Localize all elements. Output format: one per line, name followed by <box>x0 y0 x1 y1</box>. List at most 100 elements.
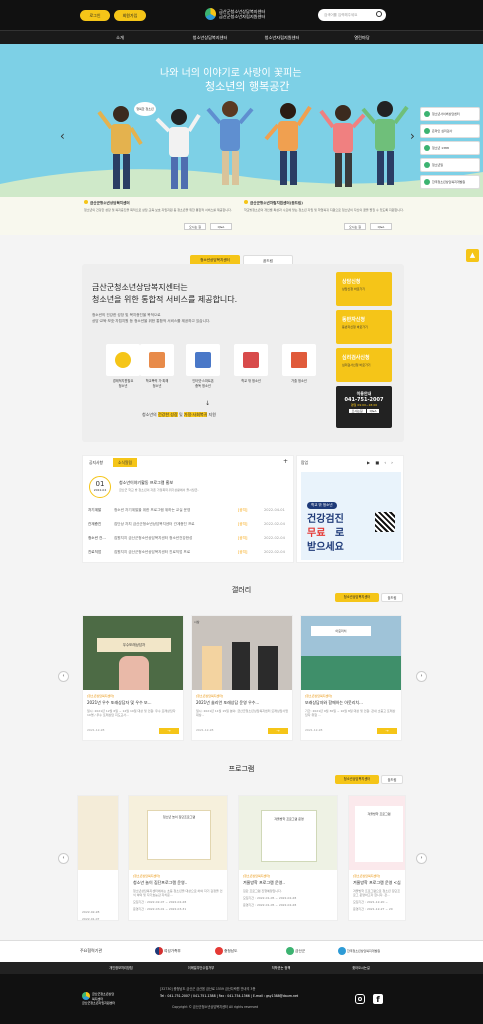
featured-desc: 금산군 학교 밖 청소년의 자존 가정폭력·위기상황에서 졸시월급.. <box>119 488 200 492</box>
quick-item-cyber[interactable]: 청소년사이버상담센터 <box>420 107 480 121</box>
poster-text: 겨울방학 프로그램 운영 <box>261 810 317 862</box>
side-quick: 상담신청 상담신청 바로가기 동반자신청 동반자신청 바로가기 심리검사신청 심리검사… <box>336 272 392 432</box>
tab-news[interactable]: 소식알림 <box>113 458 137 467</box>
person-illustration <box>361 101 409 185</box>
photo-crowd <box>301 656 401 690</box>
photo-figure <box>202 646 222 690</box>
gallery-card[interactable]: 우수또래상담자 [청소년상담복지센터] 2021년 우수 또래상담자 및 우수 … <box>82 615 184 741</box>
poster-text: 청소년 놀이 집단프로그램 <box>147 810 211 860</box>
side-title: 심리검사신청 <box>342 355 370 361</box>
partner-link[interactable]: 금산군 <box>286 947 305 955</box>
qna-button[interactable]: Q&A <box>210 223 232 230</box>
program-card-partial[interactable]: 2022-02-28 2022-01-07 <box>77 795 119 921</box>
instagram-icon[interactable] <box>355 994 365 1004</box>
board-more-button[interactable]: + <box>283 458 288 465</box>
hero-next-icon[interactable]: › <box>410 129 415 143</box>
companion-apply-button[interactable]: 동반자신청 동반자신청 바로가기 <box>336 310 392 344</box>
directions-link[interactable]: 찾아오시는길 <box>306 962 416 974</box>
service-outofschool[interactable]: 학교 밖 청소년 <box>234 344 268 384</box>
test-apply-button[interactable]: 심리검사신청 심리검사신청 바로가기 <box>336 348 392 382</box>
service-icon-box <box>282 344 316 376</box>
quick-item-1388[interactable]: 청소년 1388 <box>420 141 480 155</box>
list-item[interactable]: 청소년 건... 집원지지 금산군청소년상담복지센터 청소년건강한성 [공지] 202… <box>88 536 290 541</box>
card-title: 청소년 놀이 집단프로그램 운영.. <box>133 880 188 885</box>
gallery-prev-icon[interactable]: ‹ <box>58 671 69 682</box>
gallery-tab-dreamdrim[interactable]: 꿈드림 <box>381 593 403 602</box>
person-illustration <box>264 103 312 185</box>
card-tag: [청소년상담복지센터] <box>353 874 381 878</box>
program-tab-dreamdrim[interactable]: 꿈드림 <box>381 775 403 784</box>
search-icon[interactable] <box>376 11 382 17</box>
phone-qna-button[interactable]: Q&A <box>366 409 380 413</box>
gallery-card[interactable]: 시상 [청소년상담복지센터] 2021년 솔리언 또래상담 운영 우수... 일… <box>191 615 293 741</box>
popup-banner[interactable]: 학교 밖 청소년 건강검진 무료 로 받으세요 <box>301 472 401 560</box>
featured-title[interactable]: 청소년이야기활동 프로그램 홍보 <box>119 480 173 486</box>
program-card[interactable]: 겨울방학 프로그램 [청소년상담복지센터] 겨울방학 프로그램 운영 <심리..… <box>348 795 406 921</box>
books-icon <box>243 352 259 368</box>
program-card[interactable]: 겨울방학 프로그램 운영 [청소년상담복지센터] 겨울방학 프로그램 운영.. … <box>238 795 338 921</box>
footer: 금산군청소년상담복지센터 금산군청소년자립지원센터 [32730] 충청남도 금산… <box>0 974 483 1024</box>
card-date: 2021-12-28 <box>87 728 105 732</box>
program-tab-counseling[interactable]: 청소년상담복지센터 <box>335 775 379 784</box>
partner-link[interactable]: 여성가족부 <box>155 947 181 955</box>
card-arrow-icon[interactable]: → <box>159 728 179 734</box>
gallery-card[interactable]: 아웃리치 [청소년상담복지센터] 또래상담자와 함께하는 아웃리치... 기간:… <box>300 615 402 741</box>
card-arrow-icon[interactable]: → <box>377 728 397 734</box>
counsel-apply-button[interactable]: 상담신청 상담신청 바로가기 <box>336 272 392 306</box>
partner-link[interactable]: 한국청소년상담복지개발원 <box>338 947 380 955</box>
login-button[interactable]: 로그인 <box>80 10 110 21</box>
qna-button[interactable]: Q&A <box>370 223 392 230</box>
quick-menu: 청소년사이버상담센터 온라인 심리검사 청소년 1388 청소년일 한국청소년상… <box>420 107 480 192</box>
caption-a: 청소년의 <box>142 412 158 417</box>
phone-directions-button[interactable]: 오시는길 <box>348 409 366 413</box>
quick-item-test[interactable]: 온라인 심리검사 <box>420 124 480 138</box>
caption-e: 지원 <box>207 412 216 417</box>
phone-desc: 평일 09:00~18:00 <box>350 403 378 407</box>
card-desc: 겨울방학 프로그램으로 청소년 집단프로그 운영하고자 합니다. 관... <box>353 889 401 897</box>
list-item[interactable]: 관계증진 집단상 자치 금산군청소년상담복지센터 관계증진 프로 [공지] 2022-… <box>88 522 290 527</box>
row-tag: [공지] <box>238 550 248 554</box>
partner-name: 금산군 <box>295 949 306 953</box>
partners-label: 주요협력기관 <box>80 948 103 953</box>
program-prev-icon[interactable]: ‹ <box>58 853 69 864</box>
service-economic[interactable]: 경제적지원필요 청소년 <box>106 344 140 388</box>
card-tag: [청소년상담복지센터] <box>133 874 161 878</box>
service-label: 인터넷·스마트폰 중독 청소년 <box>192 379 214 388</box>
program-title: 프로그램 <box>228 765 255 773</box>
site-logo[interactable]: 금산군청소년상담복지센터 금산군청소년자립지원센터 <box>205 7 285 23</box>
nav-item-intro[interactable]: 소개 <box>70 31 170 45</box>
service-runaway[interactable]: 가출 청소년 <box>282 344 316 384</box>
list-item[interactable]: 진로직업 집원지지 금산군청소년상담복지센터 진로직업 프로 [공지] 2022-02… <box>88 550 290 555</box>
search-placeholder: 검색어를 입력해주세요 <box>324 13 358 17</box>
service-violence[interactable]: 학교폭력 가·피해 청소년 <box>140 344 174 388</box>
gallery-tab-counseling[interactable]: 청소년상담복지센터 <box>335 593 379 602</box>
search-input[interactable]: 검색어를 입력해주세요 <box>318 9 386 21</box>
footer-logo: 금산군청소년상담복지센터 금산군청소년자립지원센터 <box>82 992 115 1006</box>
tab-notice[interactable]: 공지사항 <box>89 460 103 466</box>
program-poster: 청소년 놀이 집단프로그램 <box>129 796 227 870</box>
gallery-next-icon[interactable]: › <box>416 671 427 682</box>
partner-link[interactable]: 충청남도 <box>215 947 237 955</box>
program-next-icon[interactable]: › <box>416 853 427 864</box>
card-arrow-icon[interactable]: → <box>268 728 288 734</box>
popup-controls[interactable]: ▶ ■ ‹ › <box>367 460 395 465</box>
directions-button[interactable]: 오시는 길 <box>184 223 206 230</box>
list-item[interactable]: 자기계발 청소년 자기계발을 위한 프로그램 위하는 교실 운영 [공지] 2022-… <box>88 508 290 513</box>
service-internet[interactable]: 인터넷·스마트폰 중독 청소년 <box>186 344 220 388</box>
hero-prev-icon[interactable]: ‹ <box>60 129 65 143</box>
quick-item-work[interactable]: 청소년일 <box>420 158 480 172</box>
program-card[interactable]: 청소년 놀이 집단프로그램 [청소년상담복지센터] 청소년 놀이 집단프로그램 … <box>128 795 228 921</box>
card-title: 2021년 우수 또래상담자 및 우수 또... <box>87 700 152 705</box>
join-button[interactable]: 회원가입 <box>114 10 146 21</box>
gallery-photo: 우수또래상담자 <box>83 616 183 690</box>
footer-logo-line2: 금산군청소년자립지원센터 <box>82 1001 116 1005</box>
intro-desc-text: 청소년의 건강한 성장 및 복지증진을 목적으로 상담·교육·보호·자립지원 등… <box>92 313 211 323</box>
card-date: 2022-01-07 <box>82 917 100 921</box>
quick-item-kyci[interactable]: 한국청소년상담복지개발원 <box>420 175 480 189</box>
scroll-up-button[interactable]: ▲ <box>466 249 479 262</box>
facebook-icon[interactable]: f <box>373 994 383 1004</box>
card-desc: 집단 프로그램 진행예정입니다. <box>243 889 282 893</box>
nav-item-open[interactable]: 열린마당 <box>312 31 412 45</box>
card-desc: 일시: 2021년 12월 6일 ~ 12월 10일 대상 및 인원: 우수 또… <box>87 709 176 717</box>
directions-button[interactable]: 오시는 길 <box>344 223 366 230</box>
